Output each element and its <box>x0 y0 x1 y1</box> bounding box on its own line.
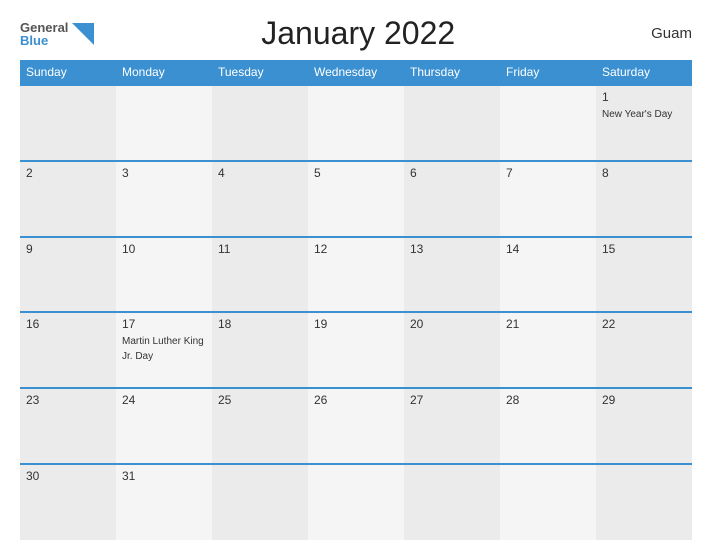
calendar-cell: 7 <box>500 161 596 237</box>
day-number: 12 <box>314 242 398 256</box>
week-row-3: 9 10 11 12 13 14 15 <box>20 237 692 313</box>
day-number: 14 <box>506 242 590 256</box>
calendar-cell: 8 <box>596 161 692 237</box>
weekday-header-tuesday: Tuesday <box>212 60 308 85</box>
calendar-cell <box>308 464 404 540</box>
day-number: 30 <box>26 469 110 483</box>
day-number: 2 <box>26 166 110 180</box>
day-number: 17 <box>122 317 206 331</box>
calendar-cell: 24 <box>116 388 212 464</box>
calendar-cell: 25 <box>212 388 308 464</box>
calendar-cell: 27 <box>404 388 500 464</box>
day-number: 31 <box>122 469 206 483</box>
calendar-table: SundayMondayTuesdayWednesdayThursdayFrid… <box>20 60 692 540</box>
calendar-cell: 30 <box>20 464 116 540</box>
calendar-cell: 12 <box>308 237 404 313</box>
day-number: 22 <box>602 317 686 331</box>
calendar-cell: 1 New Year's Day <box>596 85 692 161</box>
day-number: 20 <box>410 317 494 331</box>
day-number: 28 <box>506 393 590 407</box>
logo-blue: Blue <box>20 34 68 47</box>
day-number: 7 <box>506 166 590 180</box>
weekday-header-thursday: Thursday <box>404 60 500 85</box>
weekday-header-sunday: Sunday <box>20 60 116 85</box>
day-number: 4 <box>218 166 302 180</box>
calendar-cell: 19 <box>308 312 404 388</box>
day-number: 9 <box>26 242 110 256</box>
weekday-header-saturday: Saturday <box>596 60 692 85</box>
calendar-cell: 23 <box>20 388 116 464</box>
day-number: 13 <box>410 242 494 256</box>
holiday-label: New Year's Day <box>602 109 672 120</box>
calendar-page: General Blue January 2022 Guam SundayMon… <box>0 0 712 550</box>
calendar-cell: 4 <box>212 161 308 237</box>
calendar-cell: 11 <box>212 237 308 313</box>
day-number: 6 <box>410 166 494 180</box>
day-number: 15 <box>602 242 686 256</box>
calendar-cell: 3 <box>116 161 212 237</box>
calendar-cell: 16 <box>20 312 116 388</box>
region: Guam <box>622 25 692 42</box>
day-number: 1 <box>602 90 686 104</box>
calendar-cell <box>404 85 500 161</box>
calendar-cell: 13 <box>404 237 500 313</box>
calendar-cell <box>500 85 596 161</box>
day-number: 19 <box>314 317 398 331</box>
day-number: 11 <box>218 242 302 256</box>
calendar-cell: 21 <box>500 312 596 388</box>
calendar-cell <box>212 464 308 540</box>
calendar-cell <box>500 464 596 540</box>
calendar-cell <box>596 464 692 540</box>
calendar-cell: 2 <box>20 161 116 237</box>
weekday-header-row: SundayMondayTuesdayWednesdayThursdayFrid… <box>20 60 692 85</box>
week-row-5: 23 24 25 26 27 28 29 <box>20 388 692 464</box>
calendar-cell: 28 <box>500 388 596 464</box>
calendar-cell: 22 <box>596 312 692 388</box>
weekday-header-monday: Monday <box>116 60 212 85</box>
calendar-cell: 9 <box>20 237 116 313</box>
calendar-cell: 26 <box>308 388 404 464</box>
weekday-header-wednesday: Wednesday <box>308 60 404 85</box>
calendar-cell: 31 <box>116 464 212 540</box>
calendar-cell: 14 <box>500 237 596 313</box>
calendar-cell: 5 <box>308 161 404 237</box>
week-row-4: 16 17 Martin Luther King Jr. Day 18 19 20 21 22 <box>20 312 692 388</box>
calendar-cell <box>308 85 404 161</box>
day-number: 21 <box>506 317 590 331</box>
day-number: 16 <box>26 317 110 331</box>
calendar-cell: 15 <box>596 237 692 313</box>
calendar-cell: 6 <box>404 161 500 237</box>
calendar-cell <box>404 464 500 540</box>
day-number: 26 <box>314 393 398 407</box>
logo-icon <box>72 23 94 45</box>
calendar-cell: 18 <box>212 312 308 388</box>
week-row-2: 2345678 <box>20 161 692 237</box>
day-number: 29 <box>602 393 686 407</box>
logo-general: General <box>20 21 68 34</box>
calendar-cell: 17 Martin Luther King Jr. Day <box>116 312 212 388</box>
header: General Blue January 2022 Guam <box>20 15 692 52</box>
week-row-6: 30 31 <box>20 464 692 540</box>
day-number: 27 <box>410 393 494 407</box>
day-number: 10 <box>122 242 206 256</box>
day-number: 8 <box>602 166 686 180</box>
week-row-1: 1 New Year's Day <box>20 85 692 161</box>
day-number: 25 <box>218 393 302 407</box>
calendar-cell <box>212 85 308 161</box>
weekday-header-friday: Friday <box>500 60 596 85</box>
logo: General Blue <box>20 21 94 47</box>
day-number: 24 <box>122 393 206 407</box>
calendar-cell <box>116 85 212 161</box>
calendar-title: January 2022 <box>94 15 622 52</box>
holiday-label: Martin Luther King Jr. Day <box>122 336 204 362</box>
day-number: 5 <box>314 166 398 180</box>
day-number: 18 <box>218 317 302 331</box>
day-number: 3 <box>122 166 206 180</box>
calendar-cell: 20 <box>404 312 500 388</box>
calendar-cell <box>20 85 116 161</box>
calendar-cell: 29 <box>596 388 692 464</box>
calendar-cell: 10 <box>116 237 212 313</box>
day-number: 23 <box>26 393 110 407</box>
